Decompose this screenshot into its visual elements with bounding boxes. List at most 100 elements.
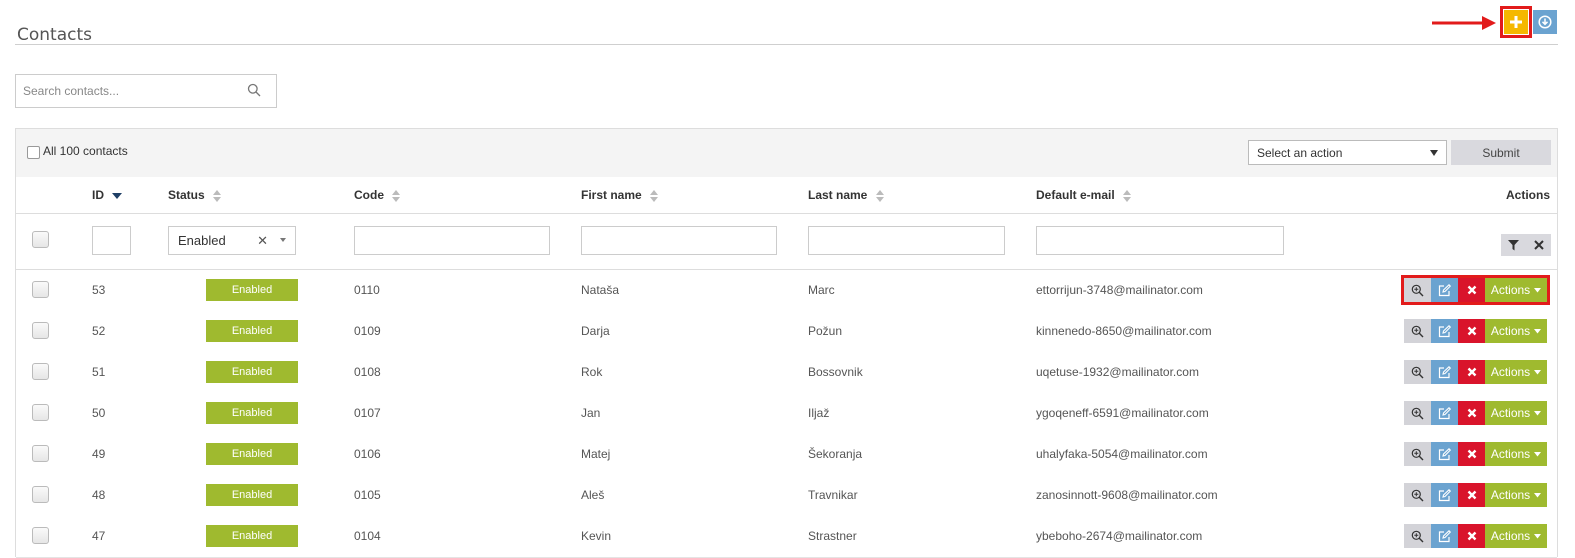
actions-dropdown-button[interactable]: Actions bbox=[1485, 360, 1547, 384]
row-email: ettorrijun-3748@mailinator.com bbox=[1036, 283, 1203, 297]
row-last-name: Travnikar bbox=[808, 488, 858, 502]
filter-row-checkbox[interactable] bbox=[32, 231, 49, 248]
delete-icon bbox=[1467, 490, 1476, 500]
actions-dropdown-button[interactable]: Actions bbox=[1485, 442, 1547, 466]
delete-icon bbox=[1467, 449, 1476, 459]
search-input[interactable] bbox=[16, 75, 250, 107]
column-status[interactable]: Status bbox=[168, 188, 222, 202]
column-id-label: ID bbox=[92, 188, 104, 202]
delete-button[interactable] bbox=[1458, 524, 1485, 548]
row-checkbox[interactable] bbox=[32, 281, 49, 298]
view-button[interactable] bbox=[1404, 319, 1431, 343]
view-button[interactable] bbox=[1404, 401, 1431, 425]
download-icon bbox=[1538, 15, 1552, 29]
column-code[interactable]: Code bbox=[354, 188, 401, 202]
select-all-checkbox[interactable] bbox=[27, 146, 40, 159]
edit-button[interactable] bbox=[1431, 401, 1458, 425]
column-first-name[interactable]: First name bbox=[581, 188, 659, 202]
edit-button[interactable] bbox=[1431, 524, 1458, 548]
delete-button[interactable] bbox=[1458, 483, 1485, 507]
row-code: 0109 bbox=[354, 324, 381, 338]
sort-icon bbox=[392, 189, 401, 202]
contacts-table: All 100 contacts Select an action Submit… bbox=[15, 128, 1558, 558]
actions-dropdown-button[interactable]: Actions bbox=[1485, 278, 1547, 302]
column-id[interactable]: ID bbox=[92, 188, 123, 202]
actions-dropdown-label: Actions bbox=[1490, 365, 1531, 379]
view-button[interactable] bbox=[1404, 483, 1431, 507]
zoom-icon bbox=[1411, 366, 1424, 378]
column-code-label: Code bbox=[354, 188, 384, 202]
search-icon[interactable] bbox=[247, 83, 261, 97]
id-filter-input[interactable] bbox=[92, 226, 131, 255]
view-button[interactable] bbox=[1404, 442, 1431, 466]
status-badge: Enabled bbox=[206, 443, 298, 465]
actions-dropdown-button[interactable]: Actions bbox=[1485, 483, 1547, 507]
actions-dropdown-button[interactable]: Actions bbox=[1485, 319, 1547, 343]
actions-dropdown-label: Actions bbox=[1490, 529, 1531, 543]
submit-button[interactable]: Submit bbox=[1451, 140, 1551, 165]
zoom-icon bbox=[1411, 530, 1424, 542]
status-filter-select[interactable]: Enabled ✕ bbox=[168, 226, 296, 255]
row-last-name: Bossovnik bbox=[808, 365, 863, 379]
clear-filter-icon[interactable] bbox=[1526, 234, 1551, 256]
row-checkbox[interactable] bbox=[32, 322, 49, 339]
delete-button[interactable] bbox=[1458, 442, 1485, 466]
row-checkbox[interactable] bbox=[32, 486, 49, 503]
add-contact-button[interactable] bbox=[1500, 6, 1532, 38]
filter-icon[interactable] bbox=[1501, 234, 1526, 256]
bulk-action-select[interactable]: Select an action bbox=[1248, 140, 1447, 165]
caret-down-icon bbox=[1534, 369, 1542, 374]
last-name-filter-input[interactable] bbox=[808, 226, 1005, 255]
row-first-name: Kevin bbox=[581, 529, 612, 543]
column-last-name[interactable]: Last name bbox=[808, 188, 884, 202]
edit-icon bbox=[1438, 324, 1451, 337]
row-first-name: Nataša bbox=[581, 283, 620, 297]
row-checkbox[interactable] bbox=[32, 527, 49, 544]
column-last-name-label: Last name bbox=[808, 188, 868, 202]
row-email: ygoqeneff-6591@mailinator.com bbox=[1036, 406, 1209, 420]
actions-dropdown-button[interactable]: Actions bbox=[1485, 401, 1547, 425]
column-email[interactable]: Default e-mail bbox=[1036, 188, 1132, 202]
code-filter-input[interactable] bbox=[354, 226, 550, 255]
actions-dropdown-label: Actions bbox=[1490, 324, 1531, 338]
delete-button[interactable] bbox=[1458, 278, 1485, 302]
email-filter-input[interactable] bbox=[1036, 226, 1284, 255]
view-button[interactable] bbox=[1404, 360, 1431, 384]
edit-button[interactable] bbox=[1431, 319, 1458, 343]
chevron-down-icon bbox=[280, 238, 286, 242]
row-id: 50 bbox=[92, 406, 106, 420]
row-checkbox[interactable] bbox=[32, 445, 49, 462]
row-checkbox[interactable] bbox=[32, 404, 49, 421]
delete-button[interactable] bbox=[1458, 401, 1485, 425]
edit-button[interactable] bbox=[1431, 278, 1458, 302]
status-badge: Enabled bbox=[206, 402, 298, 424]
view-button[interactable] bbox=[1404, 524, 1431, 548]
close-icon[interactable]: ✕ bbox=[257, 233, 268, 249]
view-button[interactable] bbox=[1404, 278, 1431, 302]
edit-button[interactable] bbox=[1431, 442, 1458, 466]
row-last-name: Šekoranja bbox=[808, 447, 863, 461]
actions-dropdown-label: Actions bbox=[1490, 447, 1531, 461]
row-code: 0104 bbox=[354, 529, 381, 543]
status-filter-value: Enabled bbox=[178, 233, 226, 248]
edit-icon bbox=[1438, 447, 1451, 460]
delete-button[interactable] bbox=[1458, 319, 1485, 343]
row-email: zanosinnott-9608@mailinator.com bbox=[1036, 488, 1218, 502]
row-email: uqetuse-1932@mailinator.com bbox=[1036, 365, 1199, 379]
row-email: kinnenedo-8650@mailinator.com bbox=[1036, 324, 1212, 338]
row-id: 47 bbox=[92, 529, 106, 543]
row-id: 48 bbox=[92, 488, 106, 502]
row-id: 51 bbox=[92, 365, 106, 379]
export-button[interactable] bbox=[1533, 10, 1557, 34]
table-row: 53 Enabled 0110 Nataša Marc ettorrijun-3… bbox=[16, 270, 1557, 312]
edit-button[interactable] bbox=[1431, 360, 1458, 384]
delete-button[interactable] bbox=[1458, 360, 1485, 384]
bulk-action-value: Select an action bbox=[1257, 145, 1343, 160]
first-name-filter-input[interactable] bbox=[581, 226, 777, 255]
table-toolbar: All 100 contacts Select an action Submit bbox=[16, 129, 1557, 178]
actions-dropdown-button[interactable]: Actions bbox=[1485, 524, 1547, 548]
edit-button[interactable] bbox=[1431, 483, 1458, 507]
row-checkbox[interactable] bbox=[32, 363, 49, 380]
table-row: 48 Enabled 0105 Aleš Travnikar zanosinno… bbox=[16, 475, 1557, 517]
row-email: ybeboho-2674@mailinator.com bbox=[1036, 529, 1203, 543]
